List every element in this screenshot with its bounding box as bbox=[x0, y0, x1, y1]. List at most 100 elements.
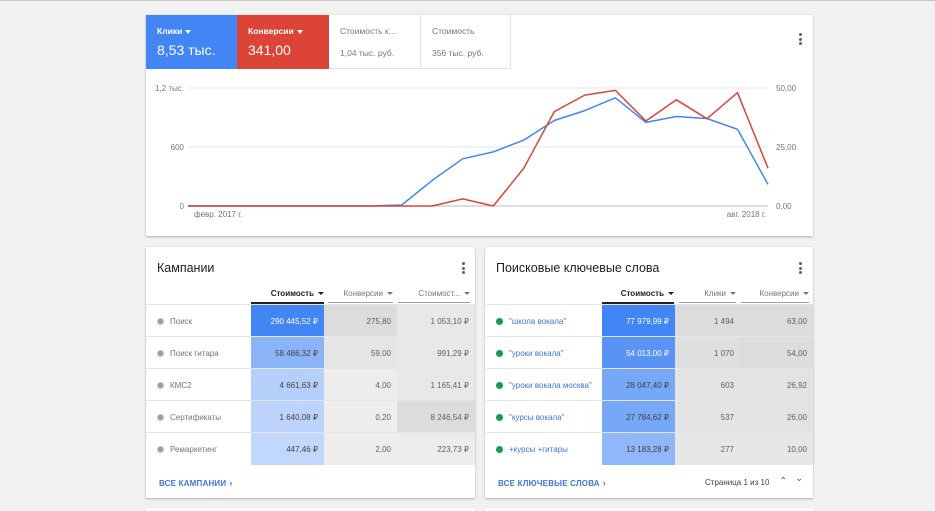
row-name[interactable]: Сертификаты bbox=[157, 401, 248, 433]
metric-clicks[interactable]: Клики 8,53 тыс. bbox=[146, 15, 237, 69]
cell-cost: 447,46 ₽ bbox=[251, 433, 324, 465]
cell-clicks: 603 bbox=[675, 369, 740, 401]
card-title: Кампании bbox=[157, 261, 215, 275]
more-options-icon[interactable] bbox=[458, 262, 468, 276]
column-header-cost[interactable]: Стоимость bbox=[251, 289, 324, 298]
column-underline bbox=[328, 302, 393, 303]
status-dot-icon bbox=[157, 413, 164, 421]
keyword-text[interactable]: "курсы вокала" bbox=[509, 412, 564, 423]
cell-conv: 54,00 bbox=[740, 337, 813, 369]
chevron-up-icon[interactable]: ⌃ bbox=[779, 476, 787, 487]
metric-label: Конверсии bbox=[248, 26, 294, 36]
link-label: ВСЕ КАМПАНИИ bbox=[159, 479, 227, 488]
more-options-icon[interactable] bbox=[795, 33, 805, 47]
cell-conv: 4,00 bbox=[324, 369, 397, 401]
row-name[interactable]: Поиск bbox=[157, 305, 248, 337]
series-line-clicks bbox=[188, 97, 769, 207]
status-dot-icon bbox=[496, 381, 503, 389]
cell-clicks: 1 070 bbox=[675, 337, 740, 369]
chevron-down-icon[interactable]: ⌄ bbox=[795, 473, 803, 484]
column-header-cost[interactable]: Стоимость bbox=[602, 289, 674, 298]
row-name[interactable]: "уроки вокала" bbox=[496, 337, 599, 369]
campaign-row[interactable]: Поиск гитара 58 486,32 ₽59,00 991,29 ₽ bbox=[146, 336, 475, 369]
row-name[interactable]: Ремаркетинг bbox=[157, 433, 248, 465]
cell-clicks: 1 494 bbox=[675, 305, 740, 337]
metric-conversions[interactable]: Конверсии 341,00 bbox=[237, 15, 329, 69]
right-axis-tick-label: 0,00 bbox=[776, 202, 792, 211]
cell-clicks: 277 bbox=[675, 433, 740, 465]
metric-label: Стоимость bbox=[432, 26, 475, 36]
right-axis-tick-label: 25,00 bbox=[776, 143, 797, 152]
column-label: Конверсии bbox=[759, 289, 799, 298]
sort-down-icon bbox=[387, 292, 393, 295]
cell-cost: 1 640,08 ₽ bbox=[251, 401, 324, 433]
cell-costconv: 1 053,10 ₽ bbox=[397, 305, 475, 337]
column-underline bbox=[679, 302, 736, 303]
campaign-row[interactable]: КМС2 4 661,63 ₽4,00 1 165,41 ₽ bbox=[146, 368, 475, 401]
keyword-row[interactable]: "школа вокала" 77 979,99 ₽1 494 63,00 bbox=[485, 304, 813, 337]
keyword-row[interactable]: "курсы вокала" 27 784,62 ₽537 26,00 bbox=[485, 400, 813, 433]
chevron-right-icon: › bbox=[602, 478, 606, 488]
campaign-row[interactable]: Ремаркетинг 447,46 ₽2,00 223,73 ₽ bbox=[146, 432, 475, 465]
cell-conv: 63,00 bbox=[740, 305, 813, 337]
column-header-cost-per-conversion[interactable]: Стоимост... bbox=[398, 289, 470, 298]
campaign-name: Поиск bbox=[170, 316, 193, 326]
metric-cost[interactable]: Стоимость 356 тыс. руб. bbox=[421, 15, 511, 69]
sort-down-icon bbox=[668, 292, 674, 295]
keyword-text[interactable]: "школа вокала" bbox=[509, 316, 566, 327]
status-dot-icon bbox=[157, 445, 164, 453]
status-dot-icon bbox=[496, 445, 503, 453]
row-name[interactable]: "курсы вокала" bbox=[496, 401, 599, 433]
more-options-icon[interactable] bbox=[795, 262, 805, 276]
column-header-conversions[interactable]: Конверсии bbox=[741, 289, 809, 298]
top-divider bbox=[0, 0, 935, 7]
column-label: Стоимост... bbox=[418, 289, 460, 298]
column-underline bbox=[741, 302, 809, 303]
cell-cost: 54 013,00 ₽ bbox=[602, 337, 675, 369]
status-dot-icon bbox=[496, 349, 503, 357]
metric-cost-per-conversion[interactable]: Стоимость к... 1,04 тыс. руб. bbox=[329, 15, 421, 69]
cell-cost: 290 445,52 ₽ bbox=[251, 305, 324, 337]
metric-value: 1,04 тыс. руб. bbox=[340, 48, 395, 58]
campaign-row[interactable]: Поиск 290 445,52 ₽275,80 1 053,10 ₽ bbox=[146, 304, 475, 337]
keyword-row[interactable]: "уроки вокала москва" 28 047,40 ₽603 26,92 bbox=[485, 368, 813, 401]
row-name[interactable]: КМС2 bbox=[157, 369, 248, 401]
keyword-row[interactable]: "уроки вокала" 54 013,00 ₽1 070 54,00 bbox=[485, 336, 813, 369]
column-header-conversions[interactable]: Конверсии bbox=[328, 289, 393, 298]
cell-cost: 77 979,99 ₽ bbox=[602, 305, 675, 337]
column-label: Клики bbox=[704, 289, 726, 298]
keyword-text[interactable]: +курсы +гитары bbox=[509, 444, 568, 455]
cell-conv: 0,20 bbox=[324, 401, 397, 433]
campaigns-card: Кампании Стоимость Конверсии Стоимост...… bbox=[146, 247, 475, 498]
column-label: Конверсии bbox=[343, 289, 383, 298]
cell-costconv: 8 246,54 ₽ bbox=[397, 401, 475, 433]
row-name[interactable]: "школа вокала" bbox=[496, 305, 599, 337]
keyword-text[interactable]: "уроки вокала" bbox=[509, 348, 564, 359]
pagination-label: Страница 1 из 10 bbox=[705, 478, 770, 487]
cell-conv: 26,92 bbox=[740, 369, 813, 401]
metric-value: 356 тыс. руб. bbox=[432, 48, 484, 58]
all-campaigns-link[interactable]: ВСЕ КАМПАНИИ › bbox=[159, 478, 233, 488]
campaign-row[interactable]: Сертификаты 1 640,08 ₽0,20 8 246,54 ₽ bbox=[146, 400, 475, 433]
sort-down-icon bbox=[730, 292, 736, 295]
left-axis-tick-label: 0 bbox=[180, 202, 185, 211]
chevron-right-icon: › bbox=[229, 478, 233, 488]
row-name[interactable]: Поиск гитара bbox=[157, 337, 248, 369]
status-dot-icon bbox=[157, 317, 164, 325]
cell-costconv: 991,29 ₽ bbox=[397, 337, 475, 369]
metric-label: Клики bbox=[157, 26, 183, 36]
row-name[interactable]: "уроки вокала москва" bbox=[496, 369, 599, 401]
keyword-text[interactable]: "уроки вокала москва" bbox=[509, 380, 592, 391]
status-dot-icon bbox=[496, 317, 503, 325]
sort-down-icon bbox=[803, 292, 809, 295]
left-axis-tick-label: 600 bbox=[171, 143, 185, 152]
column-header-clicks[interactable]: Клики bbox=[679, 289, 736, 298]
right-axis-tick-label: 50,00 bbox=[776, 84, 797, 93]
all-keywords-link[interactable]: ВСЕ КЛЮЧЕВЫЕ СЛОВА › bbox=[498, 478, 606, 488]
cell-conv: 26,00 bbox=[740, 401, 813, 433]
campaign-name: КМС2 bbox=[170, 380, 192, 390]
row-name[interactable]: +курсы +гитары bbox=[496, 433, 599, 465]
keyword-row[interactable]: +курсы +гитары 13 183,28 ₽277 10,00 bbox=[485, 432, 813, 465]
campaign-name: Сертификаты bbox=[170, 412, 222, 422]
cell-cost: 4 661,63 ₽ bbox=[251, 369, 324, 401]
